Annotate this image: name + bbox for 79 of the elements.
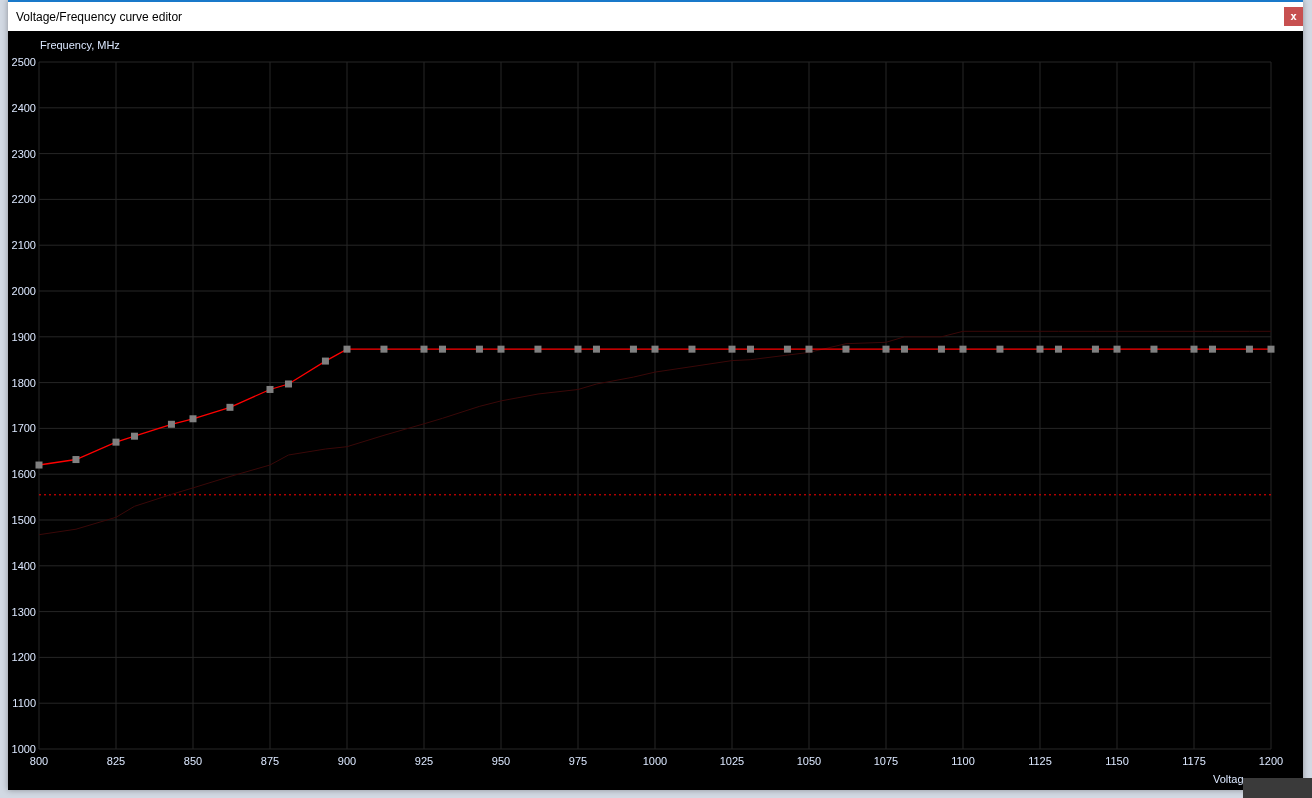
- curve-point[interactable]: [842, 345, 850, 353]
- y-tick-label: 2400: [11, 101, 36, 114]
- y-tick-label: 1800: [11, 376, 36, 389]
- x-tick-label: 1000: [642, 755, 668, 767]
- x-tick-label: 975: [568, 755, 588, 767]
- curve-point[interactable]: [1055, 345, 1062, 353]
- y-tick-label: 1300: [11, 605, 36, 618]
- curve-point[interactable]: [688, 345, 696, 353]
- x-tick-label: 850: [183, 755, 203, 767]
- y-tick-label: 1500: [11, 514, 36, 526]
- x-tick-label: 1125: [1028, 755, 1052, 767]
- curve-point[interactable]: [167, 420, 175, 428]
- x-axis-title: Voltag: [1213, 773, 1244, 785]
- curve-point[interactable]: [805, 345, 813, 353]
- curve-point[interactable]: [1245, 345, 1253, 353]
- curve-point[interactable]: [959, 345, 967, 353]
- y-tick-label: 1900: [11, 330, 36, 343]
- curve-point[interactable]: [728, 345, 736, 353]
- curve-point[interactable]: [321, 357, 329, 365]
- x-tick-label: 1075: [873, 755, 899, 767]
- curve-point[interactable]: [1091, 345, 1099, 353]
- x-tick-label: 900: [337, 755, 357, 767]
- y-tick-label: 2200: [11, 193, 36, 206]
- y-tick-label: 1700: [11, 422, 36, 435]
- x-tick-label: 800: [29, 755, 49, 767]
- y-tick-label: 1000: [11, 743, 36, 755]
- curve-point[interactable]: [35, 461, 43, 469]
- x-tick-label: 1025: [719, 755, 745, 767]
- curve-point[interactable]: [189, 415, 197, 423]
- curve-point[interactable]: [1209, 345, 1216, 353]
- y-tick-label: 1600: [11, 468, 36, 481]
- y-tick-label: 1100: [12, 697, 36, 710]
- curve-point[interactable]: [574, 345, 582, 353]
- x-tick-label: 950: [491, 755, 511, 767]
- x-tick-label: 1175: [1182, 755, 1206, 767]
- curve-point[interactable]: [1190, 345, 1198, 353]
- x-tick-label: 875: [260, 755, 280, 767]
- curve-point[interactable]: [901, 345, 908, 353]
- x-tick-label: 1200: [1258, 755, 1284, 767]
- x-tick-label: 1100: [951, 755, 975, 767]
- curve-point[interactable]: [651, 345, 659, 353]
- curve-point[interactable]: [266, 385, 274, 393]
- curve-point[interactable]: [131, 432, 138, 440]
- curve-point[interactable]: [475, 345, 483, 353]
- window-title: Voltage/Frequency curve editor: [16, 9, 183, 24]
- curve-point[interactable]: [1267, 345, 1275, 353]
- curve-point[interactable]: [1113, 345, 1121, 353]
- curve-point[interactable]: [1150, 345, 1158, 353]
- curve-point[interactable]: [420, 345, 428, 353]
- curve-point[interactable]: [226, 403, 234, 411]
- y-tick-label: 2000: [11, 285, 36, 297]
- x-tick-label: 1150: [1105, 755, 1129, 767]
- y-tick-label: 2300: [11, 147, 36, 160]
- curve-point[interactable]: [285, 380, 292, 388]
- x-tick-label: 925: [414, 755, 434, 767]
- curve-point[interactable]: [783, 345, 791, 353]
- overlay-panel: [1243, 778, 1312, 798]
- curve-point[interactable]: [497, 345, 505, 353]
- curve-point[interactable]: [629, 345, 637, 353]
- curve-point[interactable]: [593, 345, 600, 353]
- y-tick-label: 1400: [11, 559, 36, 572]
- curve-point[interactable]: [937, 345, 945, 353]
- y-axis-title: Frequency, MHz: [40, 39, 120, 51]
- x-tick-label: 1050: [796, 755, 822, 767]
- curve-point[interactable]: [882, 345, 890, 353]
- y-tick-label: 2100: [11, 239, 36, 252]
- curve-point[interactable]: [534, 345, 542, 353]
- close-button[interactable]: x: [1284, 7, 1303, 26]
- x-tick-label: 825: [106, 755, 126, 767]
- curve-point[interactable]: [72, 456, 80, 464]
- curve-point[interactable]: [343, 345, 351, 353]
- y-tick-label: 1200: [11, 651, 36, 664]
- curve-point[interactable]: [747, 345, 754, 353]
- curve-point[interactable]: [1036, 345, 1044, 353]
- curve-point[interactable]: [112, 438, 120, 446]
- curve-point[interactable]: [996, 345, 1004, 353]
- curve-point[interactable]: [439, 345, 446, 353]
- y-tick-label: 2500: [11, 56, 36, 68]
- curve-point[interactable]: [380, 345, 388, 353]
